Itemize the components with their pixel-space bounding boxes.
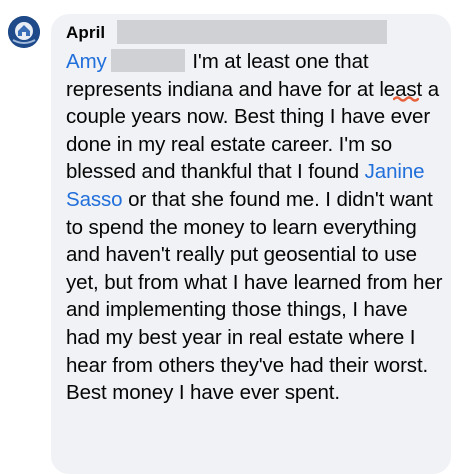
mention-tag-amy[interactable]: Amy [66, 50, 107, 73]
profile-avatar-icon [8, 16, 40, 48]
avatar[interactable] [8, 16, 40, 48]
comment-author-row: April [66, 21, 105, 45]
redacted-author-surname [117, 20, 387, 44]
comment-text-part-2: or that she found me. I didn't want to s… [66, 187, 443, 405]
redacted-mention-surname [110, 49, 185, 72]
comment-author-name[interactable]: April [66, 23, 105, 43]
comment-body: Amy I'm at least one that represents ind… [66, 48, 446, 407]
spellcheck-squiggle-icon [393, 96, 419, 102]
